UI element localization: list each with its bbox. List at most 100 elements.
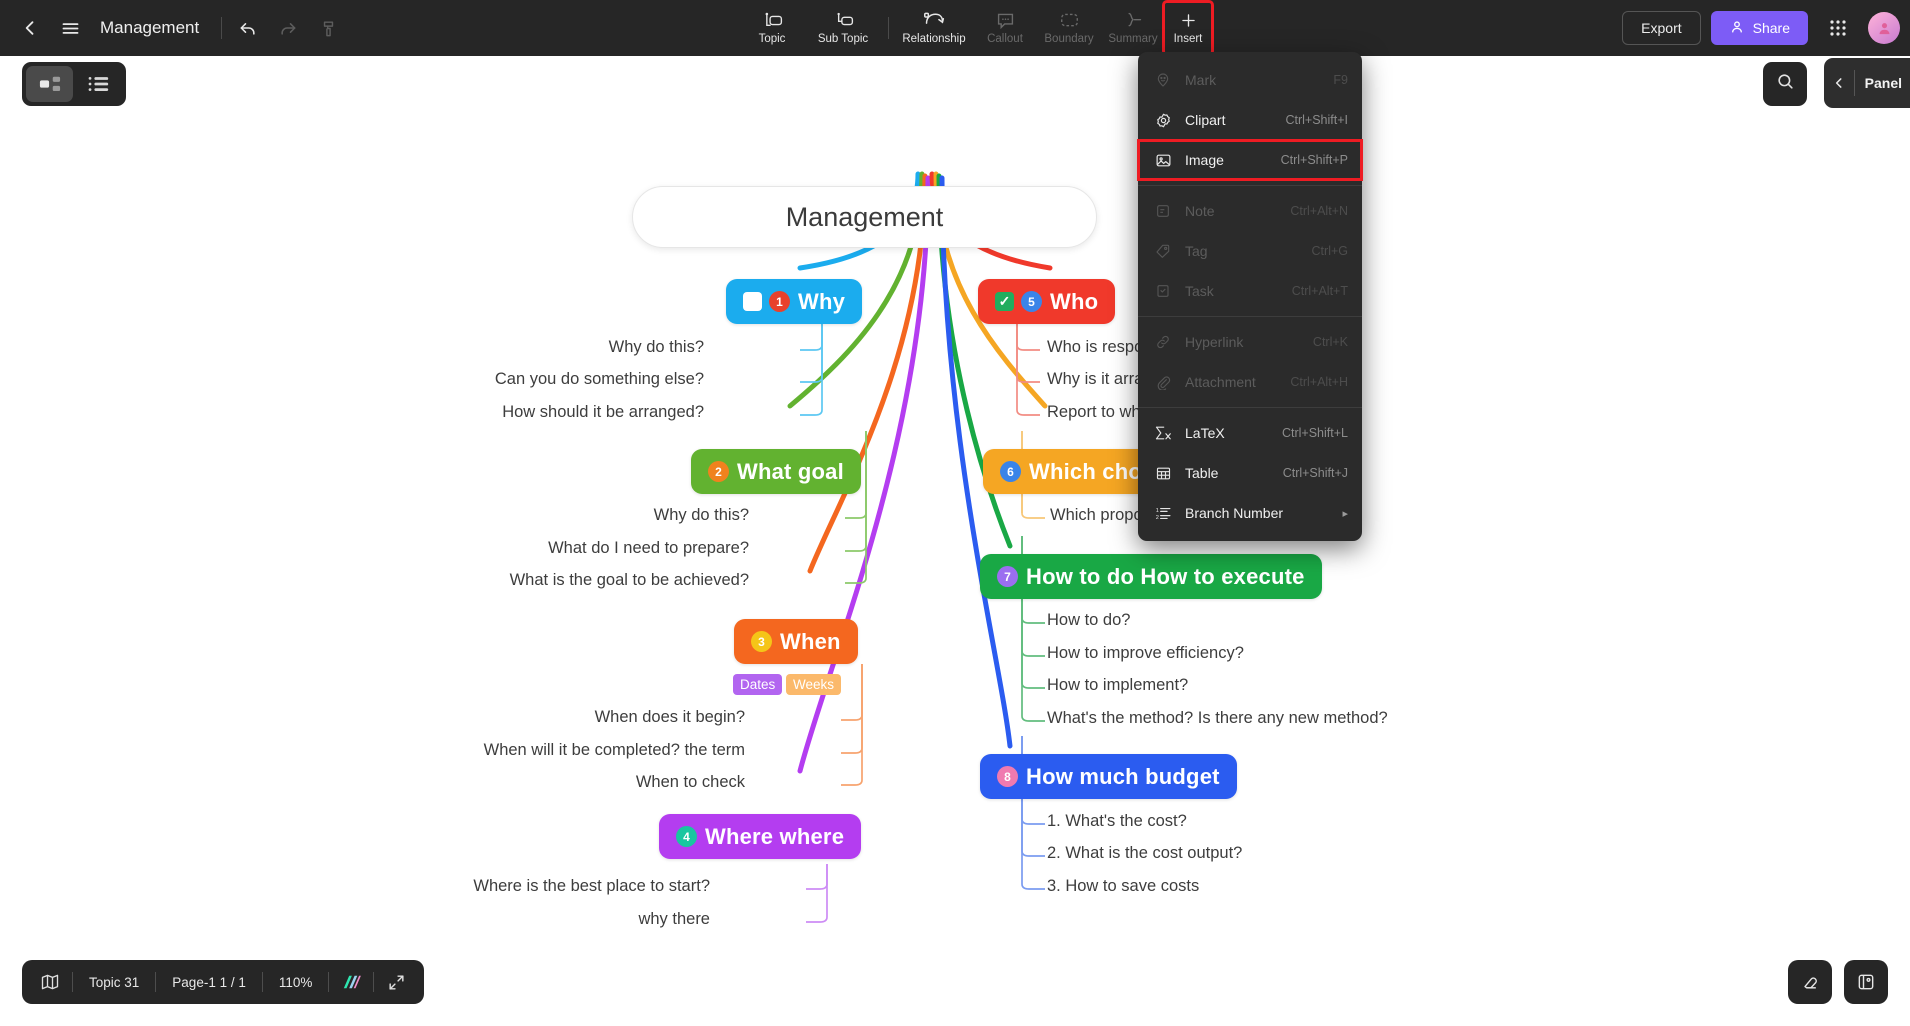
- node-badge: 8: [997, 766, 1018, 787]
- mindmap-node-how-to-do[interactable]: 7 How to do How to execute: [980, 554, 1322, 599]
- menu-item-table[interactable]: Table Ctrl+Shift+J: [1138, 453, 1362, 493]
- format-painter-icon[interactable]: [308, 8, 348, 48]
- mindmap-leaf[interactable]: What do I need to prepare?: [548, 539, 749, 558]
- mindmap-leaf[interactable]: How to implement?: [1047, 676, 1188, 695]
- document-title[interactable]: Management: [100, 18, 199, 38]
- menu-item-shortcut: Ctrl+K: [1312, 335, 1348, 349]
- mindmap-leaf[interactable]: What is the goal to be achieved?: [510, 571, 749, 590]
- mindmap-node-where[interactable]: 4 Where where: [659, 814, 862, 859]
- mindmap-leaf[interactable]: When to check: [636, 773, 745, 792]
- insert-tools-group: Topic Sub Topic Relationship Callout Bou…: [740, 0, 1214, 56]
- search-icon: [1776, 72, 1795, 96]
- mindmap-leaf[interactable]: How to do?: [1047, 611, 1130, 630]
- undo-icon[interactable]: [228, 8, 268, 48]
- mindmap-node-why[interactable]: 1 Why: [726, 279, 863, 324]
- mindmap-leaf[interactable]: When does it begin?: [595, 708, 745, 727]
- share-label: Share: [1752, 20, 1790, 36]
- node-badge: 5: [1021, 291, 1042, 312]
- right-panel-tab[interactable]: Panel: [1823, 58, 1910, 108]
- tool-topic[interactable]: Topic: [740, 2, 804, 54]
- menu-item-mark[interactable]: Mark F9: [1138, 60, 1362, 100]
- map-overview-icon[interactable]: [28, 960, 72, 1004]
- menu-separator: [1138, 185, 1362, 186]
- hamburger-menu-button[interactable]: [50, 8, 90, 48]
- node-badge: 2: [708, 461, 729, 482]
- tool-boundary[interactable]: Boundary: [1037, 2, 1101, 54]
- mindmap-root-node[interactable]: Management: [632, 186, 1097, 248]
- chevron-right-icon: ▸: [1342, 507, 1348, 520]
- table-icon: [1152, 463, 1174, 483]
- back-button[interactable]: [10, 8, 50, 48]
- node-badge: 1: [769, 291, 790, 312]
- mindmap-leaf[interactable]: 2. What is the cost output?: [1047, 844, 1242, 863]
- outline-view-icon[interactable]: [75, 66, 122, 102]
- mindmap-leaf[interactable]: why there: [638, 910, 710, 929]
- menu-item-note[interactable]: Note Ctrl+Alt+N: [1138, 191, 1362, 231]
- checkbox-checked-icon[interactable]: ✓: [995, 292, 1014, 311]
- clipart-icon: [1152, 110, 1174, 130]
- chevron-left-icon[interactable]: [1824, 58, 1854, 108]
- menu-item-hyperlink[interactable]: Hyperlink Ctrl+K: [1138, 322, 1362, 362]
- menu-item-branch-number[interactable]: 12 Branch Number ▸: [1138, 493, 1362, 533]
- zoom-level-label[interactable]: 110%: [263, 975, 329, 990]
- tool-label: Summary: [1108, 33, 1158, 45]
- mindmap-leaf[interactable]: Why do this?: [654, 506, 749, 525]
- menu-item-label: Branch Number: [1185, 505, 1284, 521]
- mindmap-leaf[interactable]: When will it be completed? the term: [484, 741, 745, 760]
- mindmap-view-icon[interactable]: [26, 66, 73, 102]
- share-button[interactable]: Share: [1710, 11, 1808, 45]
- menu-item-clipart[interactable]: Clipart Ctrl+Shift+I: [1138, 100, 1362, 140]
- node-tag-dates[interactable]: Dates: [733, 674, 783, 695]
- mindmap-leaf[interactable]: How to improve efficiency?: [1047, 644, 1244, 663]
- menu-item-shortcut: F9: [1333, 73, 1348, 87]
- mindmap-leaf[interactable]: Why do this?: [609, 338, 704, 357]
- search-button[interactable]: [1763, 62, 1807, 106]
- mindmap-leaf[interactable]: Can you do something else?: [495, 370, 704, 389]
- tool-sub-topic[interactable]: Sub Topic: [804, 2, 882, 54]
- bottom-right-buttons: [1788, 960, 1888, 1004]
- menu-item-task[interactable]: Task Ctrl+Alt+T: [1138, 271, 1362, 311]
- user-avatar[interactable]: [1868, 12, 1900, 44]
- mindmap-canvas[interactable]: Management 1 Why Why do this? Can you do…: [0, 56, 1910, 1026]
- menu-item-latex[interactable]: LaTeX Ctrl+Shift+L: [1138, 413, 1362, 453]
- eraser-icon[interactable]: [1788, 960, 1832, 1004]
- theme-color-icon[interactable]: [329, 960, 373, 1004]
- mindmap-node-what-goal[interactable]: 2 What goal: [691, 449, 861, 494]
- mindmap-node-who[interactable]: ✓ 5 Who: [978, 279, 1116, 324]
- export-button[interactable]: Export: [1622, 11, 1701, 45]
- tool-summary[interactable]: Summary: [1101, 2, 1165, 54]
- tool-label: Callout: [987, 33, 1023, 45]
- menu-item-tag[interactable]: Tag Ctrl+G: [1138, 231, 1362, 271]
- menu-item-attachment[interactable]: Attachment Ctrl+Alt+H: [1138, 362, 1362, 402]
- page-indicator[interactable]: Page-1 1 / 1: [156, 975, 262, 990]
- fullscreen-icon[interactable]: [374, 960, 418, 1004]
- task-icon: [1152, 281, 1174, 301]
- menu-item-shortcut: Ctrl+Alt+H: [1290, 375, 1348, 389]
- node-tag-weeks[interactable]: Weeks: [786, 674, 842, 695]
- menu-item-label: Table: [1185, 465, 1219, 481]
- mindmap-node-how-much-budget[interactable]: 8 How much budget: [980, 754, 1237, 799]
- menu-item-label: Hyperlink: [1185, 334, 1244, 350]
- menu-item-label: Task: [1185, 283, 1214, 299]
- mindmap-leaf[interactable]: What's the method? Is there any new meth…: [1047, 709, 1388, 728]
- tool-relationship[interactable]: Relationship: [895, 2, 973, 54]
- tool-insert[interactable]: Insert: [1162, 0, 1214, 56]
- menu-item-label: Image: [1185, 152, 1224, 168]
- menu-item-image[interactable]: Image Ctrl+Shift+P: [1137, 139, 1363, 181]
- redo-icon[interactable]: [268, 8, 308, 48]
- checkbox-unchecked-icon[interactable]: [743, 292, 762, 311]
- mindmap-leaf[interactable]: 3. How to save costs: [1047, 877, 1199, 896]
- tool-callout[interactable]: Callout: [973, 2, 1037, 54]
- menu-item-shortcut: Ctrl+Shift+J: [1282, 466, 1348, 480]
- menu-separator: [1138, 407, 1362, 408]
- menu-item-shortcut: Ctrl+Shift+L: [1281, 426, 1348, 440]
- topic-count-label[interactable]: Topic 31: [73, 975, 155, 990]
- grid-apps-icon[interactable]: [1818, 8, 1858, 48]
- mindmap-leaf[interactable]: How should it be arranged?: [502, 403, 704, 422]
- mindmap-leaf[interactable]: 1. What's the cost?: [1047, 812, 1187, 831]
- mindmap-node-when[interactable]: 3 When: [734, 619, 858, 664]
- tool-label: Relationship: [902, 33, 966, 45]
- sticker-icon[interactable]: [1844, 960, 1888, 1004]
- mindmap-leaf[interactable]: Where is the best place to start?: [473, 877, 710, 896]
- divider: [888, 17, 889, 39]
